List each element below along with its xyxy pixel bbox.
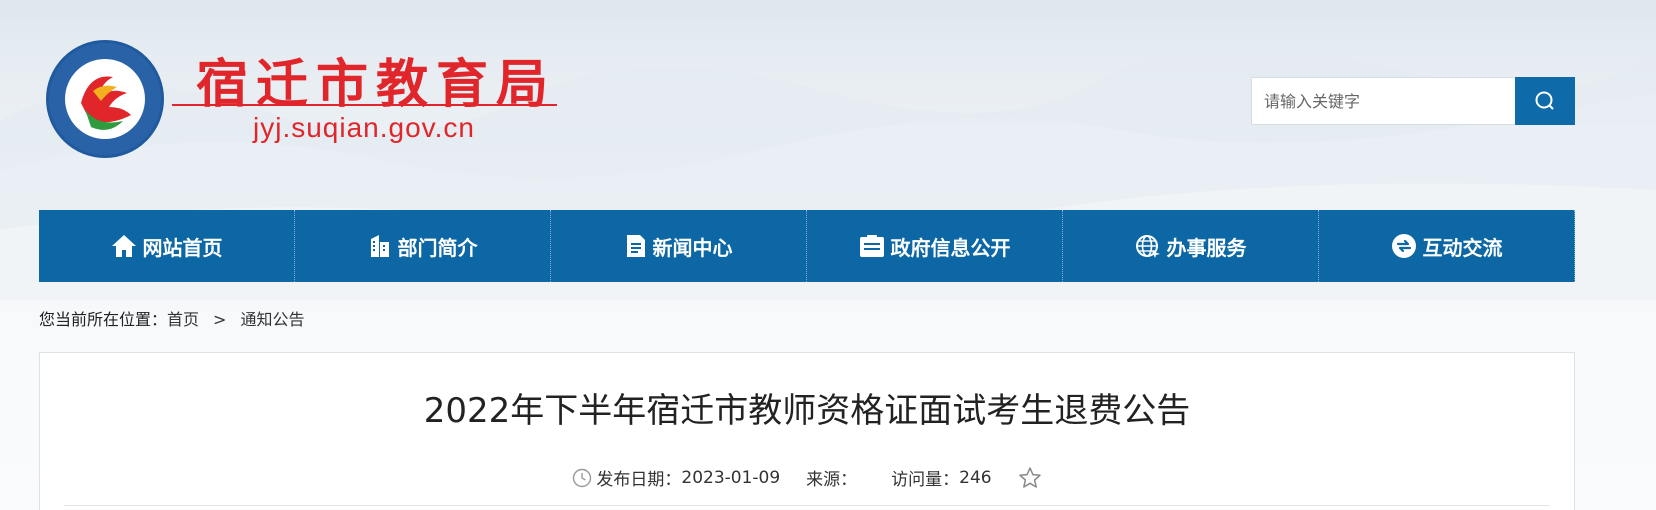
- breadcrumb-separator: >: [213, 310, 227, 329]
- exchange-icon: [1391, 234, 1416, 258]
- home-icon: [111, 235, 136, 257]
- title-divider: [172, 104, 557, 106]
- clock-icon: [573, 468, 592, 487]
- star-icon[interactable]: [1018, 466, 1042, 490]
- site-url: jyj.suqian.gov.cn: [253, 112, 475, 143]
- article-meta: 发布日期： 2023-01-09 来源： 访问量： 246: [40, 465, 1574, 490]
- breadcrumb-prefix: 您当前所在位置：: [39, 310, 168, 329]
- article-title: 2022年下半年宿迁市教师资格证面试考生退费公告: [423, 391, 1191, 431]
- nav-item-department[interactable]: 部门简介: [295, 210, 551, 282]
- building-icon: [370, 235, 389, 257]
- date-label: 发布日期：: [596, 470, 682, 490]
- search-input[interactable]: [1251, 77, 1515, 125]
- globe-icon: [1135, 235, 1160, 258]
- nav-item-label: 政府信息公开: [890, 235, 1011, 260]
- info-board-icon: [859, 235, 884, 257]
- nav-item-label: 互动交流: [1422, 235, 1503, 260]
- nav-item-label: 网站首页: [142, 235, 223, 260]
- breadcrumb-current-link[interactable]: 通知公告: [240, 310, 304, 329]
- breadcrumb-home-link[interactable]: 首页: [167, 310, 199, 329]
- search-bar: [1251, 77, 1575, 125]
- source-label: 来源：: [806, 470, 858, 490]
- nav-item-label: 新闻中心: [652, 235, 733, 260]
- nav-item-label: 部门简介: [397, 235, 478, 260]
- document-icon: [626, 235, 645, 257]
- emblem-icon: [46, 40, 164, 158]
- views-count: 246: [959, 467, 992, 488]
- search-button[interactable]: [1515, 77, 1575, 125]
- nav-item-news[interactable]: 新闻中心: [551, 210, 807, 282]
- nav-item-gov-info[interactable]: 政府信息公开: [807, 210, 1063, 282]
- search-icon: [1535, 91, 1554, 110]
- article-panel: 2022年下半年宿迁市教师资格证面试考生退费公告 发布日期： 2023-01-0…: [39, 352, 1575, 510]
- breadcrumb: 您当前所在位置：首页 > 通知公告: [39, 306, 304, 330]
- nav-item-label: 办事服务: [1166, 235, 1247, 260]
- views-label: 访问量：: [891, 470, 960, 490]
- article-divider: [64, 505, 1550, 506]
- nav-item-interaction[interactable]: 互动交流: [1319, 210, 1575, 282]
- nav-item-home[interactable]: 网站首页: [39, 210, 295, 282]
- main-nav: 网站首页 部门简介 新闻中心 政府信息公开 办事服务 互动交流: [39, 210, 1575, 282]
- nav-item-services[interactable]: 办事服务: [1063, 210, 1319, 282]
- publish-date: 2023-01-09: [681, 467, 781, 488]
